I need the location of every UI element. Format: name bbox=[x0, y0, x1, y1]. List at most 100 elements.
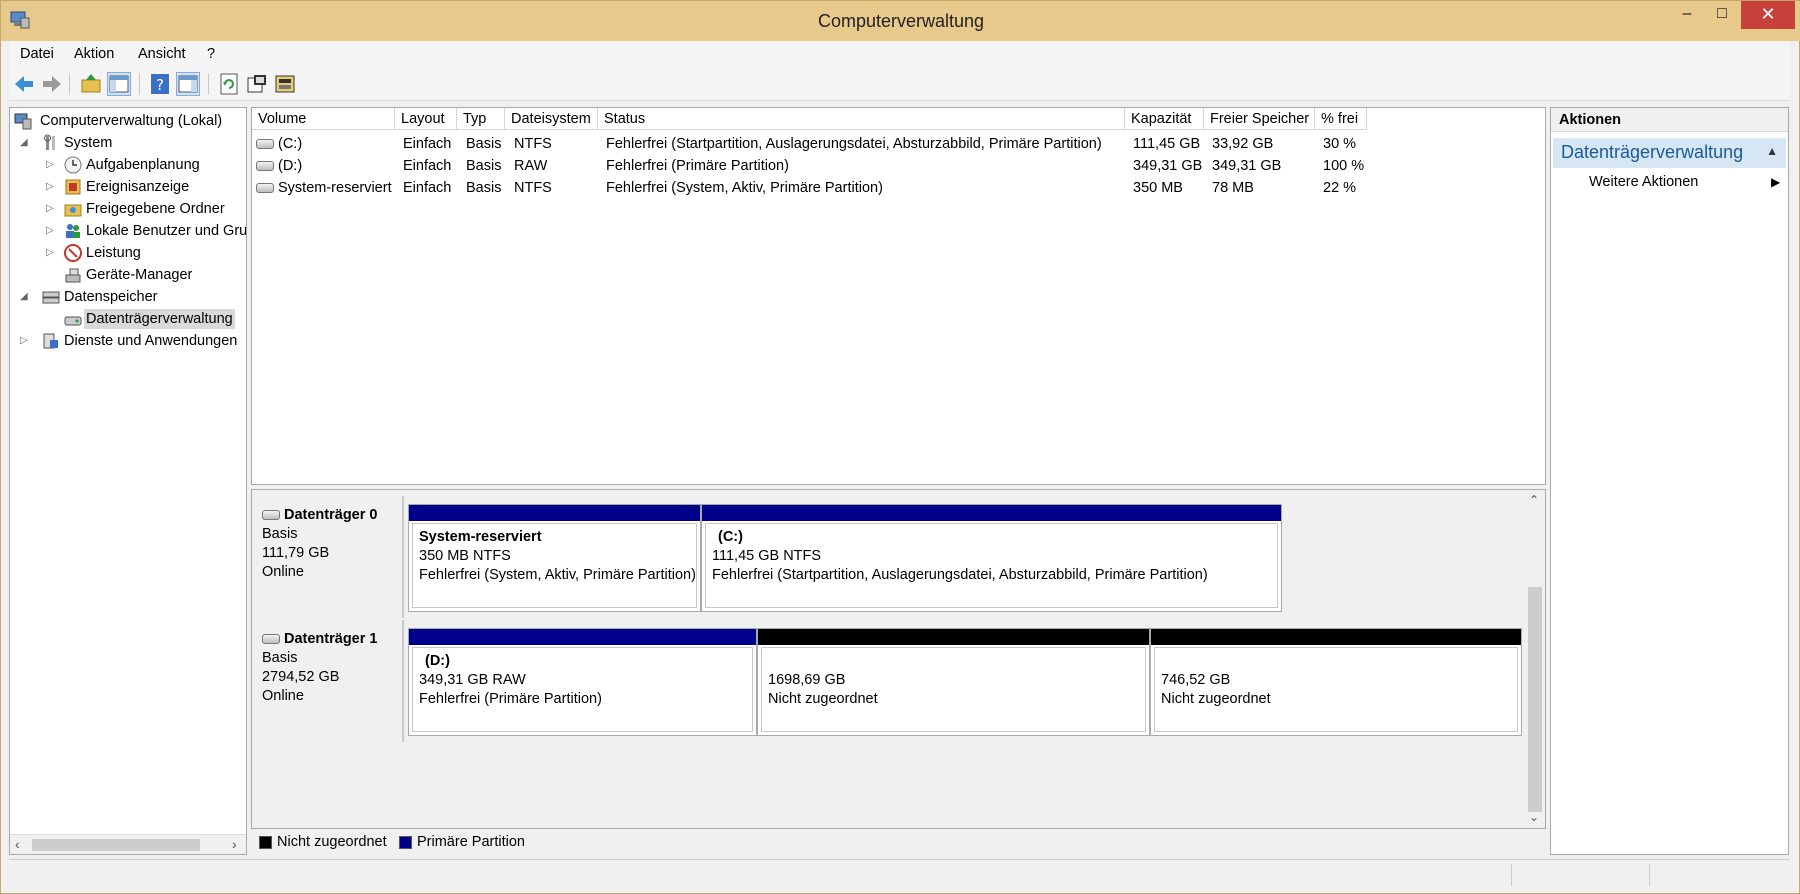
menu-datei[interactable]: Datei bbox=[20, 46, 54, 62]
column-header-freier-speicher[interactable]: Freier Speicher bbox=[1204, 108, 1315, 130]
disk-info-1[interactable]: Datenträger 1 Basis 2794,52 GB Online bbox=[252, 620, 404, 742]
show-hide-tree-button[interactable] bbox=[107, 72, 131, 96]
close-button[interactable]: ✕ bbox=[1741, 1, 1795, 29]
partition-status: Nicht zugeordnet bbox=[768, 691, 878, 707]
properties-icon[interactable] bbox=[245, 72, 269, 96]
disk-row-1: Datenträger 1 Basis 2794,52 GB Online (D… bbox=[252, 620, 1522, 742]
disk-size: 111,79 GB bbox=[262, 545, 330, 561]
prozent-frei-cell: 30 % bbox=[1323, 136, 1357, 152]
drive-icon bbox=[256, 161, 274, 171]
tree-item-geraete[interactable]: Geräte-Manager bbox=[42, 265, 246, 287]
minimize-button[interactable]: – bbox=[1669, 1, 1705, 29]
tree-item-freigaben[interactable]: ▷ Freigegebene Ordner bbox=[42, 199, 246, 221]
collapse-triangle-icon[interactable]: ◢ bbox=[20, 287, 32, 307]
column-header-kapazitaet[interactable]: Kapazität bbox=[1125, 108, 1204, 130]
freier-speicher-cell: 349,31 GB bbox=[1212, 158, 1282, 174]
partition-unallocated-1[interactable]: 1698,69 GB Nicht zugeordnet bbox=[757, 628, 1150, 736]
tree-item-leistung[interactable]: ▷ Leistung bbox=[42, 243, 246, 265]
toolbar-separator bbox=[208, 73, 209, 95]
column-header-volume[interactable]: Volume bbox=[252, 108, 395, 130]
disk-state: Online bbox=[262, 688, 304, 704]
legend-swatch-unallocated bbox=[259, 836, 272, 849]
scroll-left-icon[interactable]: ‹ bbox=[15, 836, 20, 852]
up-folder-icon[interactable] bbox=[79, 72, 103, 96]
status-cell: Fehlerfrei (System, Aktiv, Primäre Parti… bbox=[606, 180, 883, 196]
tree-label-root: Computerverwaltung (Lokal) bbox=[40, 113, 223, 129]
disk-name-text: Datenträger 0 bbox=[284, 507, 378, 523]
column-header-typ[interactable]: Typ bbox=[457, 108, 505, 130]
tree-item-datentraegerverwaltung[interactable]: Datenträgerverwaltung bbox=[42, 309, 246, 331]
show-action-pane-button[interactable] bbox=[176, 72, 200, 96]
disk-info-0[interactable]: Datenträger 0 Basis 111,79 GB Online bbox=[252, 496, 404, 618]
partition-d[interactable]: (D:) 349,31 GB RAW Fehlerfrei (Primäre P… bbox=[408, 628, 757, 736]
scrollbar-thumb[interactable] bbox=[32, 839, 200, 851]
menu-help[interactable]: ? bbox=[207, 46, 215, 62]
menu-ansicht[interactable]: Ansicht bbox=[138, 46, 186, 62]
tree-horizontal-scrollbar[interactable]: ‹ › bbox=[10, 834, 246, 854]
column-header-layout[interactable]: Layout bbox=[395, 108, 457, 130]
prozent-frei-cell: 22 % bbox=[1323, 180, 1357, 196]
partition-c[interactable]: (C:) 111,45 GB NTFS Fehlerfrei (Startpar… bbox=[701, 504, 1282, 612]
forward-arrow-icon[interactable] bbox=[40, 72, 64, 96]
tree-item-dienste[interactable]: ▷ Dienste und Anwendungen bbox=[20, 331, 246, 353]
disk-view-vertical-scrollbar[interactable]: ⌃ ⌄ bbox=[1525, 490, 1545, 828]
column-header-prozent-frei[interactable]: % frei bbox=[1315, 108, 1367, 130]
partition-title bbox=[1161, 652, 1511, 671]
expand-triangle-icon[interactable]: ▷ bbox=[20, 331, 32, 351]
partition-unallocated-2[interactable]: 746,52 GB Nicht zugeordnet bbox=[1150, 628, 1522, 736]
weitere-aktionen-item[interactable]: Weitere Aktionen bbox=[1589, 174, 1698, 190]
expand-triangle-icon[interactable]: ▷ bbox=[46, 243, 58, 263]
partition-bar bbox=[702, 505, 1281, 521]
tree-item-system[interactable]: ◢ System bbox=[20, 133, 246, 155]
tree-item-aufgabenplanung[interactable]: ▷ Aufgabenplanung bbox=[42, 155, 246, 177]
back-arrow-icon[interactable] bbox=[12, 72, 36, 96]
status-segment bbox=[1649, 864, 1650, 886]
kapazitaet-cell: 350 MB bbox=[1133, 180, 1183, 196]
expand-triangle-icon[interactable]: ▷ bbox=[46, 221, 58, 241]
volume-cell: (D:) bbox=[256, 158, 302, 174]
expand-triangle-icon[interactable]: ▷ bbox=[46, 199, 58, 219]
toolbar: ? bbox=[9, 67, 1789, 101]
title-bar: Computerverwaltung – □ ✕ bbox=[1, 1, 1800, 41]
scrollbar-thumb[interactable] bbox=[1528, 587, 1542, 812]
typ-cell: Basis bbox=[466, 136, 502, 152]
menu-bar: Datei Aktion Ansicht ? bbox=[9, 41, 1789, 67]
tree-label-leistung: Leistung bbox=[86, 245, 141, 261]
maximize-button[interactable]: □ bbox=[1704, 1, 1740, 29]
partition-details: System-reserviert 350 MB NTFS Fehlerfrei… bbox=[412, 523, 697, 608]
disk-graphical-view: Datenträger 0 Basis 111,79 GB Online Sys… bbox=[251, 489, 1546, 829]
computer-icon bbox=[14, 113, 32, 130]
column-header-dateisystem[interactable]: Dateisystem bbox=[505, 108, 598, 130]
legend-label-primary: Primäre Partition bbox=[417, 834, 525, 850]
menu-aktion[interactable]: Aktion bbox=[74, 46, 114, 62]
scroll-down-icon[interactable]: ⌄ bbox=[1529, 810, 1539, 824]
tree-label-ereignisanzeige: Ereignisanzeige bbox=[86, 179, 190, 195]
tree-item-root[interactable]: Computerverwaltung (Lokal) bbox=[14, 111, 246, 133]
help-icon[interactable]: ? bbox=[148, 72, 172, 96]
console-tree-icon bbox=[109, 75, 129, 93]
toolbar-separator bbox=[139, 73, 140, 95]
refresh-icon[interactable] bbox=[217, 72, 241, 96]
partition-system-reserviert[interactable]: System-reserviert 350 MB NTFS Fehlerfrei… bbox=[408, 504, 701, 612]
collapse-triangle-icon[interactable]: ◢ bbox=[20, 133, 32, 153]
column-header-status[interactable]: Status bbox=[598, 108, 1125, 130]
layout-cell: Einfach bbox=[403, 158, 452, 174]
actions-pane: Aktionen Datenträgerverwaltung ▲ Weitere… bbox=[1550, 107, 1789, 855]
collapse-caret-icon[interactable]: ▲ bbox=[1766, 144, 1778, 158]
expand-triangle-icon[interactable]: ▷ bbox=[46, 155, 58, 175]
event-viewer-icon bbox=[65, 179, 81, 195]
scroll-up-icon[interactable]: ⌃ bbox=[1529, 493, 1539, 507]
actions-section-datentraegerverwaltung[interactable]: Datenträgerverwaltung ▲ bbox=[1553, 138, 1786, 168]
tree-item-benutzer[interactable]: ▷ Lokale Benutzer und Gruppen bbox=[42, 221, 246, 243]
tree-item-ereignisanzeige[interactable]: ▷ Ereignisanzeige bbox=[42, 177, 246, 199]
scroll-right-icon[interactable]: › bbox=[232, 836, 237, 852]
disk-settings-icon[interactable] bbox=[273, 72, 297, 96]
disk-type: Basis bbox=[262, 526, 298, 542]
expand-triangle-icon[interactable]: ▷ bbox=[46, 177, 58, 197]
disk-icon bbox=[262, 634, 280, 644]
status-cell: Fehlerfrei (Primäre Partition) bbox=[606, 158, 789, 174]
actions-section-label: Datenträgerverwaltung bbox=[1561, 142, 1744, 162]
partition-size: 111,45 GB NTFS bbox=[712, 548, 822, 564]
tree-item-datenspeicher[interactable]: ◢ Datenspeicher bbox=[20, 287, 246, 309]
partition-bar bbox=[409, 505, 700, 521]
